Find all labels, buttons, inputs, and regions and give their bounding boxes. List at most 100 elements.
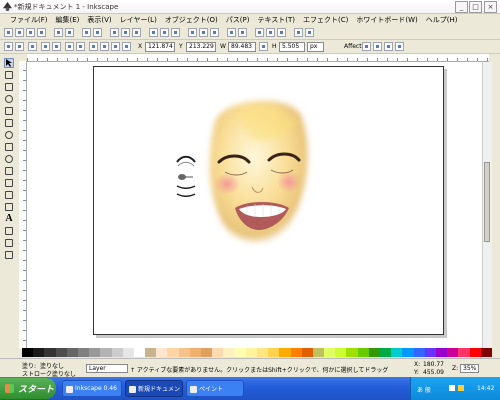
copy-icon[interactable] xyxy=(110,28,119,37)
color-palette[interactable] xyxy=(22,348,492,357)
palette-swatch[interactable] xyxy=(44,348,56,357)
menu-layer[interactable]: レイヤー(L) xyxy=(120,15,157,25)
transform-gradients-icon[interactable] xyxy=(384,42,393,51)
palette-swatch[interactable] xyxy=(357,348,369,357)
network-icon[interactable] xyxy=(449,385,455,391)
close-button[interactable]: × xyxy=(484,1,497,13)
palette-swatch[interactable] xyxy=(279,348,291,357)
fill-stroke-icon[interactable] xyxy=(255,28,264,37)
drawing-canvas[interactable] xyxy=(27,62,482,349)
flip-vertical-icon[interactable] xyxy=(76,42,85,51)
cut-icon[interactable] xyxy=(121,28,130,37)
palette-swatch[interactable] xyxy=(346,348,358,357)
palette-swatch[interactable] xyxy=(22,348,34,357)
node-tool-icon[interactable] xyxy=(4,70,14,80)
palette-swatch[interactable] xyxy=(368,348,380,357)
y-field[interactable]: 213.229 xyxy=(186,42,216,52)
start-button[interactable]: スタート xyxy=(0,378,56,399)
group-icon[interactable] xyxy=(227,28,236,37)
pencil-tool-icon[interactable] xyxy=(4,166,14,176)
export-icon[interactable] xyxy=(65,28,74,37)
rotate-ccw-icon[interactable] xyxy=(41,42,50,51)
tweak-tool-icon[interactable] xyxy=(4,82,14,92)
spiral-tool-icon[interactable] xyxy=(4,154,14,164)
paint-bucket-tool-icon[interactable] xyxy=(4,202,14,212)
menu-path[interactable]: パス(P) xyxy=(226,15,250,25)
calligraphy-tool-icon[interactable] xyxy=(4,190,14,200)
palette-swatch[interactable] xyxy=(77,348,90,357)
palette-swatch[interactable] xyxy=(290,348,302,357)
palette-swatch[interactable] xyxy=(413,348,425,357)
zoom-drawing-icon[interactable] xyxy=(160,28,169,37)
face-drawing[interactable] xyxy=(197,92,317,252)
deselect-icon[interactable] xyxy=(28,42,37,51)
lock-ratio-icon[interactable] xyxy=(259,42,268,51)
duplicate-icon[interactable] xyxy=(188,28,197,37)
lower-icon[interactable] xyxy=(111,42,120,51)
palette-swatch[interactable] xyxy=(256,348,269,357)
menu-text[interactable]: テキスト(T) xyxy=(257,15,295,25)
loose-eye-pieces[interactable] xyxy=(174,154,198,204)
zoom-tool-icon[interactable] xyxy=(4,94,14,104)
zoom-selection-icon[interactable] xyxy=(149,28,158,37)
ungroup-icon[interactable] xyxy=(238,28,247,37)
menu-help[interactable]: ヘルプ(H) xyxy=(426,15,458,25)
palette-swatch[interactable] xyxy=(55,348,67,357)
pen-tool-icon[interactable] xyxy=(4,178,14,188)
taskbar-item-inkscape[interactable]: Inkscape 0.46 xyxy=(62,380,122,397)
scale-corners-icon[interactable] xyxy=(373,42,382,51)
x-field[interactable]: 121.874 xyxy=(145,42,175,52)
connector-tool-icon[interactable] xyxy=(4,250,14,260)
select-all-layers-icon[interactable] xyxy=(15,42,24,51)
palette-swatch[interactable] xyxy=(212,348,224,357)
zoom-page-icon[interactable] xyxy=(171,28,180,37)
menu-view[interactable]: 表示(V) xyxy=(87,15,111,25)
palette-swatch[interactable] xyxy=(335,348,347,357)
open-icon[interactable] xyxy=(15,28,24,37)
palette-swatch[interactable] xyxy=(178,348,190,357)
palette-swatch[interactable] xyxy=(480,348,492,357)
palette-swatch[interactable] xyxy=(100,348,112,357)
clone-icon[interactable] xyxy=(199,28,208,37)
palette-swatch[interactable] xyxy=(458,348,470,357)
unit-select[interactable]: px xyxy=(307,42,324,52)
menu-edit[interactable]: 編集(E) xyxy=(56,15,80,25)
palette-swatch[interactable] xyxy=(145,348,157,357)
import-icon[interactable] xyxy=(54,28,63,37)
selector-tool-icon[interactable] xyxy=(4,58,14,68)
3d-box-tool-icon[interactable] xyxy=(4,118,14,128)
transform-patterns-icon[interactable] xyxy=(395,42,404,51)
undo-icon[interactable] xyxy=(82,28,91,37)
palette-swatch[interactable] xyxy=(380,348,392,357)
palette-swatch[interactable] xyxy=(156,348,168,357)
text-tool-icon[interactable]: A xyxy=(4,213,14,224)
palette-swatch[interactable] xyxy=(33,348,45,357)
ime-indicator[interactable]: あ 般 xyxy=(417,385,431,394)
new-document-icon[interactable] xyxy=(4,28,13,37)
unlink-clone-icon[interactable] xyxy=(210,28,219,37)
xml-editor-icon[interactable] xyxy=(277,28,286,37)
flip-horizontal-icon[interactable] xyxy=(65,42,74,51)
layer-selector[interactable]: Layer xyxy=(86,364,128,373)
print-icon[interactable] xyxy=(37,28,46,37)
palette-swatch[interactable] xyxy=(469,348,481,357)
palette-swatch[interactable] xyxy=(245,348,257,357)
palette-swatch[interactable] xyxy=(66,348,78,357)
scale-stroke-icon[interactable] xyxy=(362,42,371,51)
palette-swatch[interactable] xyxy=(189,348,201,357)
zoom-field[interactable]: 35% xyxy=(460,364,480,373)
palette-swatch[interactable] xyxy=(122,348,134,357)
palette-swatch[interactable] xyxy=(301,348,313,357)
menu-effects[interactable]: エフェクト(C) xyxy=(303,15,348,25)
menu-whiteboard[interactable]: ホワイトボード(W) xyxy=(356,15,417,25)
rectangle-tool-icon[interactable] xyxy=(4,106,14,116)
palette-swatch[interactable] xyxy=(167,348,179,357)
height-field[interactable]: 5.505 xyxy=(279,42,305,52)
taskbar-item-document[interactable]: 新規ドキュメント… xyxy=(125,380,183,397)
palette-swatch[interactable] xyxy=(223,348,235,357)
palette-swatch[interactable] xyxy=(133,348,146,357)
volume-icon[interactable] xyxy=(458,385,464,391)
text-font-icon[interactable] xyxy=(266,28,275,37)
minimize-button[interactable]: _ xyxy=(455,1,468,13)
star-tool-icon[interactable] xyxy=(4,142,14,152)
